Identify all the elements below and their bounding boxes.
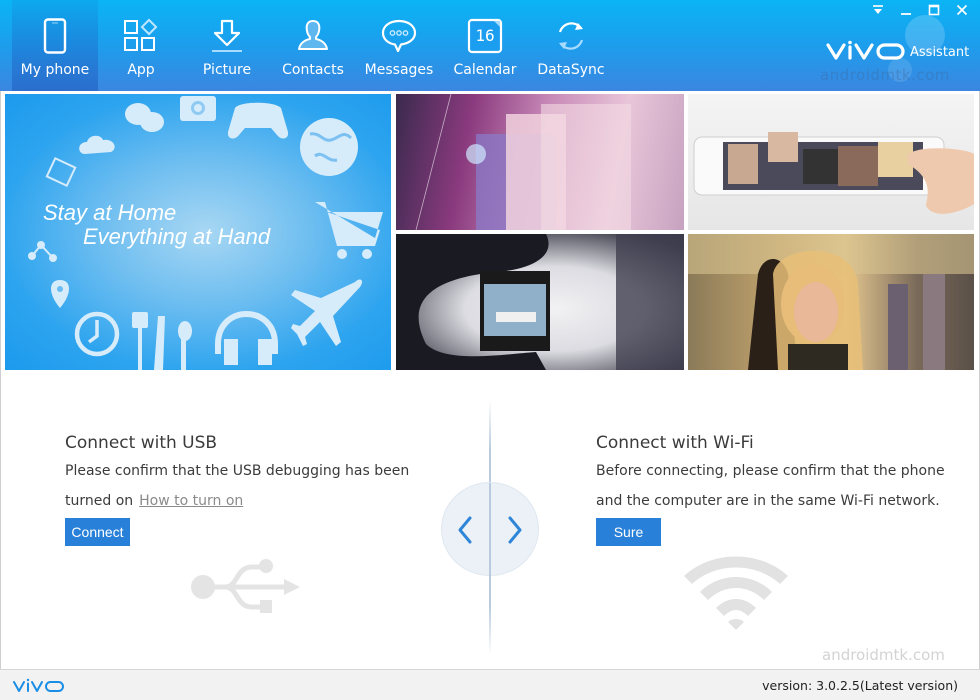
promo-banner[interactable]: Stay at Home Everything at Hand <box>5 94 391 370</box>
chat-icon <box>125 103 164 132</box>
nav-label: App <box>127 62 155 78</box>
wifi-connect-panel: Connect with Wi-Fi Before connecting, pl… <box>596 430 945 546</box>
location-icon <box>51 280 69 308</box>
version-label: version: 3.0.2.5(Latest version) <box>762 678 958 693</box>
cart-icon <box>315 202 383 259</box>
usb-description-text: turned on <box>65 493 134 509</box>
close-button[interactable] <box>954 2 970 18</box>
phone-icon <box>33 14 77 58</box>
connect-button[interactable]: Connect <box>65 518 130 546</box>
usb-description: Please confirm that the USB debugging ha… <box>65 463 410 479</box>
banner-slogan: Everything at Hand <box>83 224 271 249</box>
nav-picture[interactable]: Picture <box>184 0 270 91</box>
nav-label: Messages <box>364 62 434 78</box>
cloud-icon <box>79 135 115 154</box>
contact-icon <box>291 14 335 58</box>
nav-app[interactable]: App <box>98 0 184 91</box>
download-icon <box>205 14 249 58</box>
apps-icon <box>119 14 163 58</box>
previous-button[interactable] <box>450 513 480 547</box>
nav-calendar[interactable]: 16 Calendar <box>442 0 528 91</box>
gamepad-icon <box>227 102 289 139</box>
main-nav: My phone App Picture Contacts Messages 1… <box>12 0 614 91</box>
usb-description-line2: turned on How to turn on <box>65 486 409 516</box>
sync-icon <box>549 14 593 58</box>
gallery-tile-music-listener[interactable] <box>688 234 974 370</box>
wifi-icon <box>684 556 788 630</box>
gallery-tile-film-negative[interactable] <box>396 234 684 370</box>
usb-title: Connect with USB <box>65 433 218 453</box>
wifi-description-line2: and the computer are in the same Wi-Fi n… <box>596 493 940 509</box>
airplane-icon <box>291 279 363 346</box>
usb-connect-panel: Connect with USB Please confirm that the… <box>65 430 409 546</box>
product-name: Assistant <box>910 44 970 60</box>
window-border <box>0 91 1 669</box>
header-bar: My phone App Picture Contacts Messages 1… <box>0 0 980 91</box>
switcher-divider <box>489 483 491 577</box>
banner-slogan: Stay at Home <box>43 200 177 225</box>
gallery-tile-pocket-phone[interactable] <box>396 94 684 230</box>
brand-logo: Assistant <box>826 40 969 62</box>
message-icon <box>377 14 421 58</box>
sure-button[interactable]: Sure <box>596 518 661 546</box>
usb-icon <box>191 559 300 613</box>
menu-dropdown-button[interactable] <box>870 2 886 18</box>
nav-label: Picture <box>202 62 252 78</box>
headphones-icon <box>215 311 278 365</box>
film-icon <box>45 156 77 188</box>
vivo-footer-logo <box>13 678 64 692</box>
calendar-icon: 16 <box>463 14 507 58</box>
nav-label: Calendar <box>453 62 517 78</box>
nav-label: DataSync <box>537 62 605 78</box>
nav-label: My phone <box>20 62 90 78</box>
globe-icon <box>300 118 358 176</box>
chevron-right-icon <box>508 516 522 544</box>
vivo-logo-icon <box>826 40 905 60</box>
gallery-tile-phone-gallery[interactable] <box>688 94 974 230</box>
how-to-turn-on-link[interactable]: How to turn on <box>139 493 243 509</box>
nav-contacts[interactable]: Contacts <box>270 0 356 91</box>
status-bar: version: 3.0.2.5(Latest version) <box>0 669 980 700</box>
watermark: androidmtk.com <box>820 66 950 84</box>
wifi-description: Before connecting, please confirm that t… <box>596 463 945 479</box>
wifi-title: Connect with Wi-Fi <box>596 433 754 453</box>
connection-switcher <box>441 482 539 577</box>
next-button[interactable] <box>500 513 530 547</box>
nav-label: Contacts <box>282 62 344 78</box>
chevron-left-icon <box>458 516 472 544</box>
cutlery-icon <box>132 312 192 370</box>
clock-icon <box>74 311 120 357</box>
watermark: androidmtk.com <box>822 646 945 664</box>
maximize-button[interactable] <box>926 2 942 18</box>
nav-messages[interactable]: Messages <box>356 0 442 91</box>
minimize-button[interactable] <box>898 2 914 18</box>
nav-my-phone[interactable]: My phone <box>12 0 98 91</box>
window-controls <box>870 2 970 18</box>
nav-datasync[interactable]: DataSync <box>528 0 614 91</box>
share-icon <box>28 241 57 262</box>
calendar-day: 16 <box>475 26 495 45</box>
camera-icon <box>180 96 216 121</box>
